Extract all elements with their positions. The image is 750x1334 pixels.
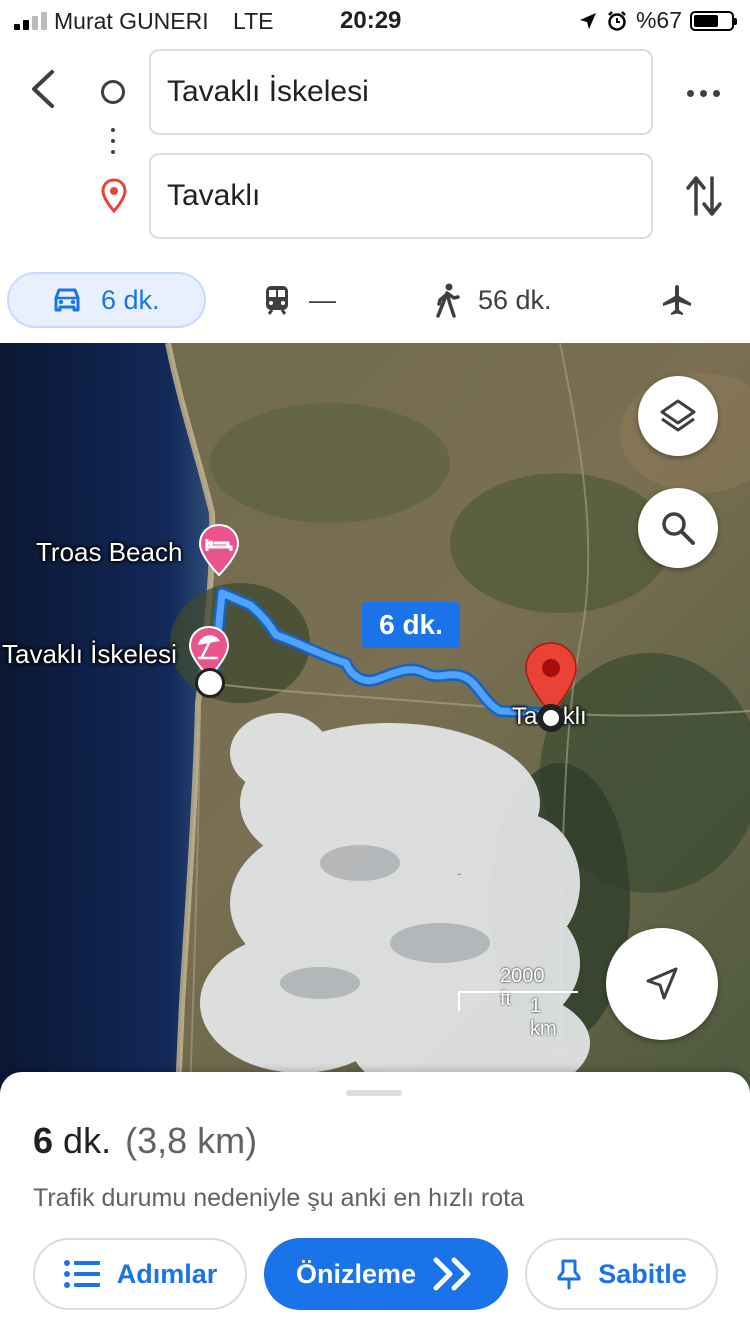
route-duration-number: 6 [33,1120,54,1161]
pin-button[interactable]: Sabitle [525,1238,718,1310]
destination-field[interactable]: Tavaklı [149,153,653,239]
double-chevron-right-icon [433,1257,471,1291]
pin-label: Sabitle [598,1258,687,1289]
status-bar: Murat GUNERI LTE 20:29 %67 [0,0,750,40]
search-icon [662,512,695,545]
origin-text: Tavaklı İskelesi [167,75,369,108]
origin-circle-icon [101,80,125,104]
tab-transit[interactable]: — [263,272,336,328]
destination-text: Tavaklı [167,179,261,212]
clock: 20:29 [340,7,402,34]
route-note: Trafik durumu nedeniyle şu anki en hızlı… [33,1184,524,1212]
tab-driving[interactable]: 6 dk. [7,272,206,328]
map-view[interactable]: Troas Beach Tavaklı İskelesi 6 dk. Tavak… [0,343,750,1093]
car-icon [54,288,80,312]
steps-button[interactable]: Adımlar [33,1238,247,1310]
navigate-button[interactable] [606,928,718,1040]
pushpin-icon [557,1259,581,1290]
list-icon [63,1260,100,1288]
walking-icon [436,283,460,318]
alarm-icon [608,10,626,31]
destination-marker [537,704,565,732]
back-button[interactable] [22,64,66,114]
carrier-name: Murat GUNERI [54,8,209,34]
battery-fill [694,14,719,27]
navigation-arrow-icon [646,967,678,1000]
sheet-drag-handle[interactable] [346,1090,402,1096]
hotel-pin-icon[interactable] [198,523,240,577]
tab-flight[interactable] [660,272,694,328]
more-options-button[interactable] [681,78,725,108]
driving-duration: 6 dk. [101,284,160,315]
bottom-sheet[interactable]: 6 dk. (3,8 km) Trafik durumu nedeniyle şu… [0,1072,750,1334]
map-label-troas[interactable]: Troas Beach [36,537,182,568]
route-dots-icon [111,128,115,154]
destination-pin-icon [101,178,127,214]
origin-marker [195,668,225,698]
battery-icon [690,10,737,31]
swap-icon[interactable] [682,172,726,220]
signal-icon [14,10,47,30]
origin-field[interactable]: Tavaklı İskelesi [149,49,653,135]
location-arrow-icon [579,12,596,29]
route-summary: 6 dk. (3,8 km) [33,1120,257,1162]
map-search-button[interactable] [638,488,718,568]
walking-duration: 56 dk. [478,284,552,315]
route-distance: (3,8 km) [125,1120,258,1161]
airplane-icon [663,285,691,315]
layers-button[interactable] [638,376,718,456]
map-label-origin[interactable]: Tavaklı İskelesi [2,639,177,670]
route-duration: 6 dk. [33,1120,111,1161]
steps-label: Adımlar [116,1258,218,1289]
preview-button[interactable]: Önizleme [264,1238,508,1310]
train-icon [266,286,288,315]
battery-percent: %67 [635,7,682,33]
preview-label: Önizleme [295,1258,417,1289]
layers-icon [660,399,696,432]
route-duration-badge[interactable]: 6 dk. [362,602,460,648]
scale-metric: 1 km [530,995,557,1040]
transit-duration: — [309,284,336,315]
route-duration-unit: dk. [63,1120,112,1161]
network-type: LTE [233,8,274,34]
tab-walking[interactable]: 56 dk. [434,272,552,328]
